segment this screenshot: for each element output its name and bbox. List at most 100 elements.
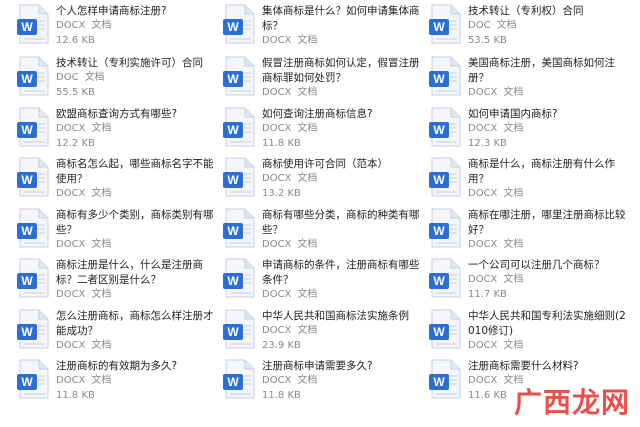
file-name: 欧盟商标查询方式有哪些?	[56, 108, 178, 120]
file-meta: DOCX 文档	[262, 374, 317, 387]
file-item[interactable]: W 集体商标是什么？如何申请集体商标？ DOCX 文档	[222, 4, 422, 52]
file-name: 怎么注册商标，商标怎么样注册才能成功？	[56, 310, 214, 337]
file-size: 11.8 KB	[262, 390, 301, 401]
file-item[interactable]: W 商标是什么，商标注册有什么作用？ DOCX 文档	[428, 157, 628, 205]
svg-text:W: W	[21, 325, 33, 339]
svg-text:W: W	[21, 123, 33, 137]
svg-text:W: W	[227, 20, 239, 34]
file-name: 如何查询注册商标信息?	[262, 108, 373, 120]
svg-text:W: W	[227, 375, 239, 389]
file-item[interactable]: W 一个公司可以注册几个商标？ DOCX 文档 11.7 KB	[428, 258, 628, 306]
svg-text:W: W	[21, 20, 33, 34]
file-kind: 文档	[91, 188, 112, 199]
file-name: 中华人民共和国专利法实施细则(2010修订)	[468, 310, 626, 337]
file-meta: DOCX 文档	[56, 122, 111, 135]
file-meta: DOCX 文档	[56, 19, 111, 32]
file-name: 个人怎样申请商标注册?	[56, 5, 167, 17]
file-item[interactable]: W 技术转让（专利实施许可）合同 DOC 文档 55.5 KB	[16, 56, 216, 104]
file-meta: DOCX 文档	[262, 172, 317, 185]
file-type: DOCX	[468, 123, 498, 134]
file-size: 11.8 KB	[262, 138, 301, 149]
svg-text:W: W	[227, 173, 239, 187]
file-type: DOCX	[468, 274, 498, 285]
file-type: DOCX	[262, 87, 292, 98]
word-document-icon: W	[16, 208, 50, 248]
file-item[interactable]: W 中华人民共和国商标法实施条例 DOCX 文档 23.9 KB	[222, 309, 422, 357]
file-type: DOCX	[262, 173, 292, 184]
file-item[interactable]: W 商标在哪注册，哪里注册商标比较好？ DOCX 文档	[428, 208, 628, 256]
file-name: 商标有哪些分类，商标的种类有哪些？	[262, 209, 420, 236]
file-item[interactable]: W 欧盟商标查询方式有哪些? DOCX 文档 12.2 KB	[16, 107, 216, 155]
file-type: DOCX	[56, 239, 86, 250]
file-name: 注册商标的有效期为多久?	[56, 360, 178, 372]
file-type: DOCX	[262, 289, 292, 300]
file-item[interactable]: W 技术转让（专利权）合同 DOC 文档 53.5 KB	[428, 4, 628, 52]
file-meta: DOCX 文档	[262, 122, 317, 135]
file-meta: DOCX 文档	[56, 187, 111, 200]
file-meta: DOCX 文档	[56, 374, 111, 387]
svg-text:W: W	[21, 224, 33, 238]
file-type: DOCX	[468, 375, 498, 386]
file-meta: DOC 文档	[56, 71, 105, 84]
file-size: 13.2 KB	[262, 188, 301, 199]
word-document-icon: W	[222, 4, 256, 44]
svg-text:W: W	[433, 224, 445, 238]
svg-text:W: W	[433, 20, 445, 34]
file-size: 11.6 KB	[468, 390, 507, 401]
svg-text:W: W	[227, 325, 239, 339]
file-size: 11.8 KB	[56, 390, 95, 401]
file-item[interactable]: W 如何查询注册商标信息? DOCX 文档 11.8 KB	[222, 107, 422, 155]
file-kind: 文档	[91, 123, 112, 134]
file-item[interactable]: W 商标使用许可合同（范本） DOCX 文档 13.2 KB	[222, 157, 422, 205]
svg-text:W: W	[433, 173, 445, 187]
file-kind: 文档	[503, 239, 524, 250]
file-meta: DOCX 文档	[468, 122, 523, 135]
file-item[interactable]: W 注册商标申请需要多久? DOCX 文档 11.8 KB	[222, 359, 422, 407]
watermark-logo: 广西龙网	[513, 386, 630, 419]
word-document-icon: W	[16, 56, 50, 96]
file-type: DOC	[468, 20, 491, 31]
word-document-icon: W	[16, 359, 50, 399]
file-name: 如何申请国内商标?	[468, 108, 558, 120]
file-meta: DOCX 文档	[468, 273, 523, 286]
file-name: 注册商标需要什么材料?	[468, 360, 579, 372]
file-item[interactable]: W 商标有多少个类别，商标类别有哪些？ DOCX 文档	[16, 208, 216, 256]
file-name: 商标有多少个类别，商标类别有哪些？	[56, 209, 214, 236]
file-name: 技术转让（专利实施许可）合同	[56, 57, 203, 69]
svg-text:W: W	[433, 72, 445, 86]
word-document-icon: W	[428, 359, 462, 399]
file-item[interactable]: W 中华人民共和国专利法实施细则(2010修订) DOCX 文档	[428, 309, 628, 357]
file-item[interactable]: W 申请商标的条件，注册商标有哪些条件？ DOCX 文档	[222, 258, 422, 306]
file-type: DOCX	[262, 239, 292, 250]
file-name: 假冒注册商标如何认定，假冒注册商标罪如何处罚？	[262, 57, 420, 84]
file-kind: 文档	[503, 274, 524, 285]
file-meta: DOCX 文档	[468, 86, 523, 99]
file-type: DOCX	[56, 20, 86, 31]
word-document-icon: W	[222, 56, 256, 96]
file-item[interactable]: W 美国商标注册，美国商标如何注册？ DOCX 文档	[428, 56, 628, 104]
file-item[interactable]: W 注册商标的有效期为多久? DOCX 文档 11.8 KB	[16, 359, 216, 407]
word-document-icon: W	[222, 107, 256, 147]
file-item[interactable]: W 商标注册是什么，什么是注册商标？二者区别是什么？ DOCX 文档	[16, 258, 216, 306]
file-meta: DOCX 文档	[262, 324, 317, 337]
file-meta: DOCX 文档	[56, 339, 111, 352]
file-item[interactable]: W 假冒注册商标如何认定，假冒注册商标罪如何处罚？ DOCX 文档	[222, 56, 422, 104]
svg-text:W: W	[227, 274, 239, 288]
file-kind: 文档	[496, 20, 517, 31]
file-kind: 文档	[297, 375, 318, 386]
file-type: DOCX	[56, 375, 86, 386]
word-document-icon: W	[222, 309, 256, 349]
svg-text:W: W	[21, 375, 33, 389]
file-type: DOCX	[262, 325, 292, 336]
file-item[interactable]: W 如何申请国内商标? DOCX 文档 12.3 KB	[428, 107, 628, 155]
word-document-icon: W	[222, 359, 256, 399]
file-size: 12.6 KB	[56, 35, 95, 46]
file-item[interactable]: W 商标有哪些分类，商标的种类有哪些？ DOCX 文档	[222, 208, 422, 256]
svg-text:W: W	[227, 123, 239, 137]
file-item[interactable]: W 怎么注册商标，商标怎么样注册才能成功？ DOCX 文档	[16, 309, 216, 357]
file-kind: 文档	[503, 87, 524, 98]
file-name: 一个公司可以注册几个商标？	[468, 259, 605, 271]
file-item[interactable]: W 个人怎样申请商标注册? DOCX 文档 12.6 KB	[16, 4, 216, 52]
file-size: 23.9 KB	[262, 340, 301, 351]
file-item[interactable]: W 商标名怎么起，哪些商标名字不能使用？ DOCX 文档	[16, 157, 216, 205]
